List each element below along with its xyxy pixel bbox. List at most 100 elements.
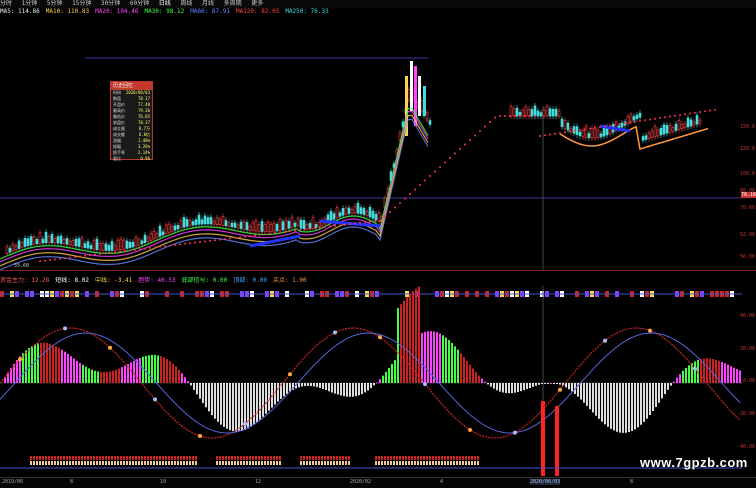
osc-value: 短线: 8.02 [55,277,89,284]
candle-body [425,112,429,121]
histogram-bar [79,362,81,383]
candle-body [632,116,636,121]
tb-8[interactable]: 周线 [180,0,192,7]
support-dot [359,221,361,224]
candle-body [368,206,372,218]
histogram-bar [334,383,336,394]
volume-cell [408,456,410,460]
sub-indicator-readout: 资金主力: 12.28 短线: 8.02 中线: -3.41 趋势: 46.53 底部信… [0,277,756,285]
volume-cell [300,461,302,465]
tb-6[interactable]: 60分钟 [130,0,149,7]
volume-cell [342,456,344,460]
histogram-bar [190,383,192,386]
oscillator-chart[interactable] [0,286,742,476]
histogram-bar [697,360,699,383]
candle-body [275,224,279,232]
histogram-bar [499,383,501,392]
support-dot [144,247,146,250]
support-dot [219,238,221,241]
tb-2[interactable]: 1分钟 [22,0,38,7]
support-dot [609,124,611,127]
candle-body [221,216,225,226]
candle-body [203,215,207,225]
volume-cell [174,456,176,460]
histogram-bar [721,362,723,383]
candle-body [635,114,639,119]
histogram-bar [355,383,357,397]
histogram-bar [571,383,573,392]
tb-1[interactable]: 分时 [0,0,12,7]
volume-cell [219,461,221,465]
histogram-bar [28,348,30,383]
volume-cell [246,461,248,465]
tb-10[interactable]: 多周期 [224,0,242,7]
histogram-bar [124,365,126,383]
histogram-bar [283,383,285,397]
histogram-bar [391,364,393,383]
support-dot [329,225,331,228]
histogram-bar [433,331,435,383]
volume-cell [129,456,131,460]
histogram-bar [337,383,339,395]
candle-body [554,108,558,117]
candle-body [362,208,366,215]
volume-cell [111,461,113,465]
histogram-bar [115,369,117,383]
candle-body [107,245,111,251]
support-dot [174,244,176,246]
volume-cell [174,461,176,465]
candle-body [347,207,351,214]
volume-cell [252,461,254,465]
histogram-bar [307,383,309,386]
volume-cell [72,456,74,460]
histogram-bar [457,349,459,383]
tb-11[interactable]: 更多 [251,0,263,7]
support-dot [414,188,416,191]
tb-9[interactable]: 月线 [202,0,214,7]
candle-body [551,108,555,117]
volume-cell [54,461,56,465]
histogram-bar [304,383,306,387]
histogram-bar [340,383,342,396]
histogram-bar [361,383,363,395]
histogram-bar [592,383,594,413]
candle-body [89,245,93,250]
volume-cell [438,461,440,465]
candle-body [200,219,204,225]
support-dot [369,220,371,223]
support-dot [119,250,121,253]
candle-body [131,241,135,248]
histogram-bar [454,346,456,383]
support-dot [64,257,66,260]
candle-body [110,241,114,251]
candle-body [284,219,288,230]
volume-cell [162,461,164,465]
support-dot [234,236,236,239]
support-dot [534,115,536,117]
tb-7[interactable]: 日线 [159,0,171,7]
volume-cell [450,456,452,460]
volume-cell [453,456,455,460]
volume-cell [249,456,251,460]
support-dot [204,240,206,243]
osc-value: 中线: -3.41 [94,277,133,284]
volume-cell [426,461,428,465]
histogram-bar [541,383,543,384]
volume-cell [108,456,110,460]
tb-4[interactable]: 15分钟 [72,0,91,7]
volume-cell [42,456,44,460]
histogram-bar [535,383,537,386]
volume-cell [459,456,461,460]
histogram-bar [625,383,627,433]
tb-5[interactable]: 30分钟 [101,0,120,7]
history-tooltip: 历史回忆 时间 2020/06/03 数值 78.17 开盘价 77.40 最高价 79.36… [110,81,153,161]
volume-cell [255,461,257,465]
candle-body [296,218,300,226]
volume-cell [231,456,233,460]
histogram-bar [91,369,93,383]
signal-dot [333,330,337,335]
tb-3[interactable]: 5分钟 [47,0,63,7]
histogram-bar [397,308,399,383]
volume-cell [240,461,242,465]
candle-body [149,233,153,241]
